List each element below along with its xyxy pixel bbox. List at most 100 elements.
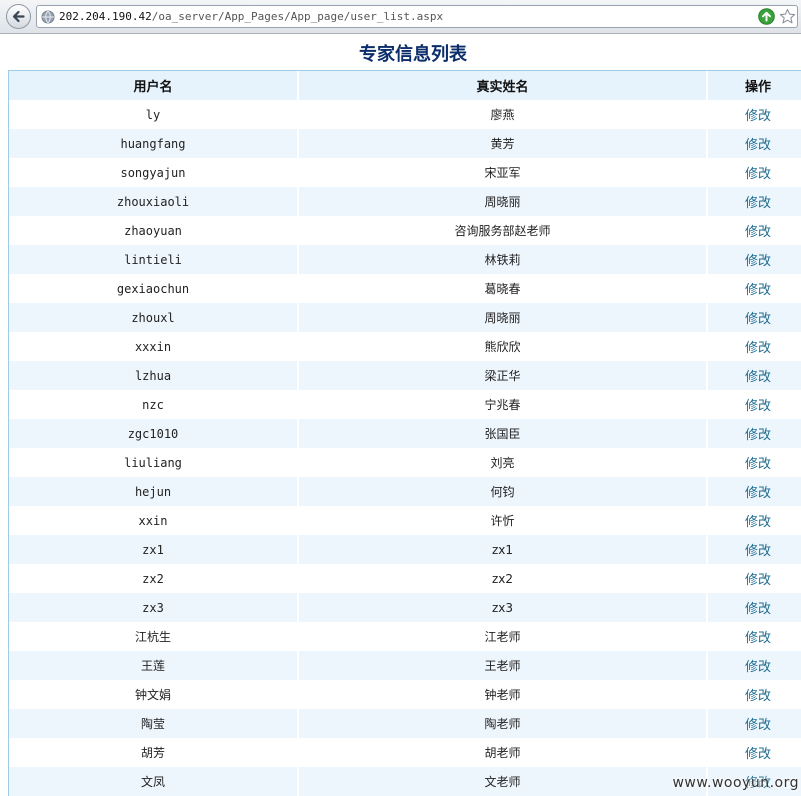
table-row: 陶莹 陶老师 修改 [9, 709, 801, 738]
cell-realname: 江老师 [298, 622, 708, 651]
cell-action: 修改 [707, 419, 801, 448]
cell-username: zx3 [9, 593, 299, 622]
back-button[interactable] [6, 4, 31, 29]
cell-action: 修改 [707, 651, 801, 680]
cell-realname: 王老师 [298, 651, 708, 680]
cell-username: nzc [9, 390, 299, 419]
bookmark-star-icon[interactable] [779, 8, 796, 25]
cell-username: xxin [9, 506, 299, 535]
cell-realname: 葛晓春 [298, 274, 708, 303]
edit-link[interactable]: 修改 [745, 341, 771, 356]
edit-link[interactable]: 修改 [745, 167, 771, 182]
cell-realname: 梁正华 [298, 361, 708, 390]
edit-link[interactable]: 修改 [745, 631, 771, 646]
cell-username: gexiaochun [9, 274, 299, 303]
cell-action: 修改 [707, 593, 801, 622]
edit-link[interactable]: 修改 [745, 399, 771, 414]
edit-link[interactable]: 修改 [745, 689, 771, 704]
table-row: lzhua 梁正华 修改 [9, 361, 801, 390]
cell-username: 胡芳 [9, 738, 299, 767]
cell-username: liuliang [9, 448, 299, 477]
edit-link[interactable]: 修改 [745, 602, 771, 617]
cell-realname: 廖燕 [298, 100, 708, 129]
cell-username: xxxin [9, 332, 299, 361]
table-row: 钟文娟 钟老师 修改 [9, 680, 801, 709]
cell-action: 修改 [707, 274, 801, 303]
table-row: zgc1010 张国臣 修改 [9, 419, 801, 448]
edit-link[interactable]: 修改 [745, 573, 771, 588]
cell-username: ly [9, 100, 299, 129]
url-path: /oa_server/App_Pages/App_page/user_list.… [151, 10, 444, 23]
cell-action: 修改 [707, 709, 801, 738]
cell-action: 修改 [707, 361, 801, 390]
table-row: liuliang 刘亮 修改 [9, 448, 801, 477]
cell-username: zhouxiaoli [9, 187, 299, 216]
cell-username: lzhua [9, 361, 299, 390]
edit-link[interactable]: 修改 [745, 254, 771, 269]
cell-realname: 宁兆春 [298, 390, 708, 419]
cell-username: 文凤 [9, 767, 299, 796]
edit-link[interactable]: 修改 [745, 196, 771, 211]
cell-realname: 周晓丽 [298, 303, 708, 332]
cell-realname: 何钧 [298, 477, 708, 506]
cell-action: 修改 [707, 216, 801, 245]
table-row: zx1 zx1 修改 [9, 535, 801, 564]
table-row: zhouxl 周晓丽 修改 [9, 303, 801, 332]
table-row: nzc 宁兆春 修改 [9, 390, 801, 419]
cell-realname: 刘亮 [298, 448, 708, 477]
cell-username: 陶莹 [9, 709, 299, 738]
edit-link[interactable]: 修改 [745, 370, 771, 385]
cell-realname: 黄芳 [298, 129, 708, 158]
cell-action: 修改 [707, 303, 801, 332]
cell-realname: 钟老师 [298, 680, 708, 709]
cell-action: 修改 [707, 535, 801, 564]
edit-link[interactable]: 修改 [745, 747, 771, 762]
cell-username: songyajun [9, 158, 299, 187]
cell-username: 王莲 [9, 651, 299, 680]
edit-link[interactable]: 修改 [745, 109, 771, 124]
edit-link[interactable]: 修改 [745, 718, 771, 733]
edit-link[interactable]: 修改 [745, 225, 771, 240]
watermark: www.wooyun.org [672, 775, 799, 791]
cell-action: 修改 [707, 245, 801, 274]
edit-link[interactable]: 修改 [745, 486, 771, 501]
edit-link[interactable]: 修改 [745, 660, 771, 675]
edit-link[interactable]: 修改 [745, 138, 771, 153]
cell-action: 修改 [707, 390, 801, 419]
table-row: zhaoyuan 咨询服务部赵老师 修改 [9, 216, 801, 245]
table-row: hejun 何钧 修改 [9, 477, 801, 506]
edit-link[interactable]: 修改 [745, 428, 771, 443]
table-row: huangfang 黄芳 修改 [9, 129, 801, 158]
table-row: zx2 zx2 修改 [9, 564, 801, 593]
cell-action: 修改 [707, 564, 801, 593]
cell-realname: 陶老师 [298, 709, 708, 738]
header-username: 用户名 [9, 71, 299, 100]
cell-action: 修改 [707, 622, 801, 651]
edit-link[interactable]: 修改 [745, 457, 771, 472]
header-realname: 真实姓名 [298, 71, 708, 100]
table-row: xxin 许忻 修改 [9, 506, 801, 535]
edit-link[interactable]: 修改 [745, 283, 771, 298]
header-action: 操作 [707, 71, 801, 100]
cell-realname: zx2 [298, 564, 708, 593]
edit-link[interactable]: 修改 [745, 515, 771, 530]
address-bar[interactable]: 202.204.190.42/oa_server/App_Pages/App_p… [36, 5, 798, 28]
cell-action: 修改 [707, 100, 801, 129]
go-arrow-icon[interactable] [758, 8, 775, 25]
table-header-row: 用户名 真实姓名 操作 [9, 71, 801, 100]
cell-username: zx1 [9, 535, 299, 564]
edit-link[interactable]: 修改 [745, 312, 771, 327]
edit-link[interactable]: 修改 [745, 544, 771, 559]
cell-username: zhaoyuan [9, 216, 299, 245]
cell-username: lintieli [9, 245, 299, 274]
user-table: 用户名 真实姓名 操作 ly 廖燕 修改 huangfang 黄芳 修改 songyajun… [9, 71, 801, 796]
cell-action: 修改 [707, 680, 801, 709]
table-row: songyajun 宋亚军 修改 [9, 158, 801, 187]
cell-realname: 熊欣欣 [298, 332, 708, 361]
cell-action: 修改 [707, 158, 801, 187]
back-arrow-icon [12, 10, 25, 23]
cell-realname: 许忻 [298, 506, 708, 535]
url-text[interactable]: 202.204.190.42/oa_server/App_Pages/App_p… [59, 9, 443, 25]
page-title: 专家信息列表 [359, 44, 467, 65]
cell-username: huangfang [9, 129, 299, 158]
